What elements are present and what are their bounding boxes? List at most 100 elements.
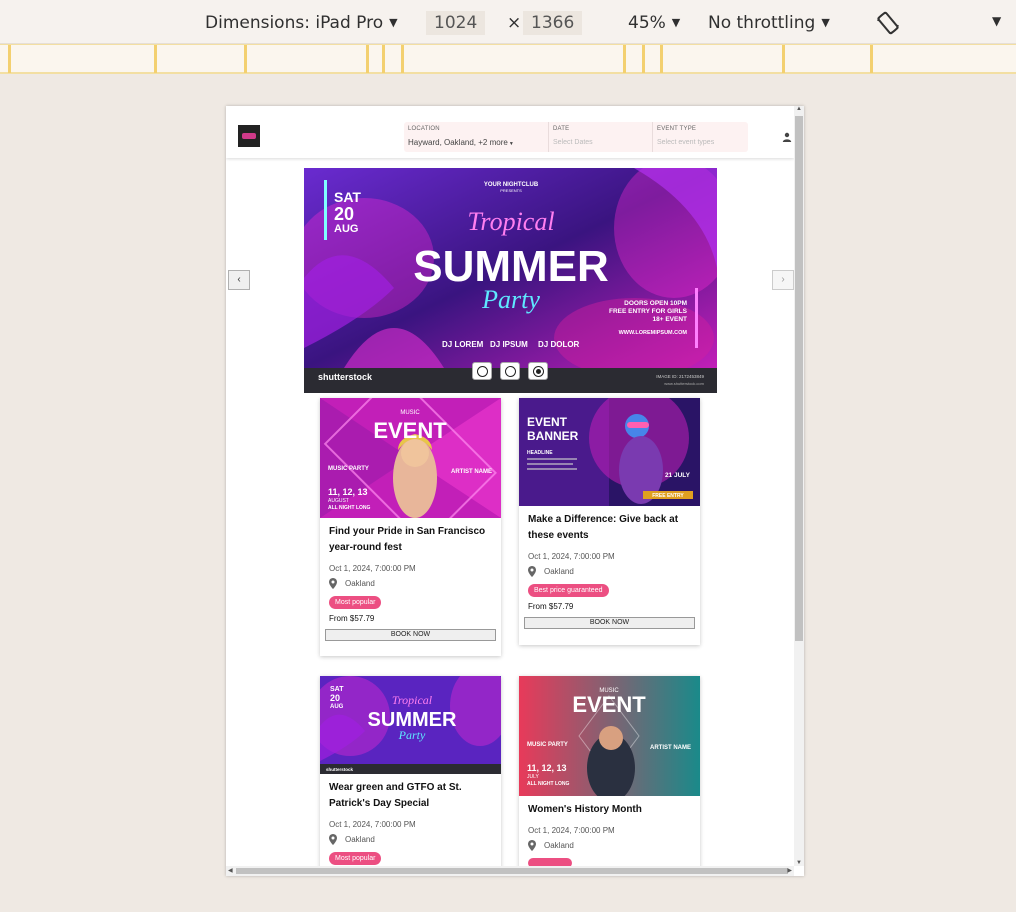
event-date: Oct 1, 2024, 7:00:00 PM (528, 552, 615, 561)
dimensions-label: Dimensions: iPad Pro (205, 13, 384, 33)
event-price: From $57.79 (329, 614, 375, 623)
mq-marker[interactable] (8, 45, 11, 73)
poster-main-2: BANNER (527, 429, 579, 443)
event-type-filter[interactable]: EVENT TYPE Select event types (652, 122, 748, 152)
poster-dates: 11, 12, 13 (328, 487, 368, 497)
poster-info-1: DOORS OPEN 10PM (624, 300, 687, 307)
poster-artist: ARTIST NAME (650, 745, 691, 751)
mq-marker[interactable] (401, 45, 404, 73)
poster-headline: HEADLINE (527, 450, 553, 456)
poster-day: SAT (330, 686, 344, 693)
scroll-right-icon[interactable]: ▶ (787, 867, 792, 874)
location-pin-icon (528, 566, 536, 577)
rotate-icon[interactable] (874, 9, 902, 37)
date-placeholder: Select Dates (553, 139, 593, 146)
vertical-scrollbar[interactable]: ▲ ▼ (794, 106, 804, 866)
more-options-icon[interactable]: ▼ (992, 14, 1001, 28)
poster-date: 21 JULY (665, 472, 691, 479)
height-input[interactable]: 1366 (523, 11, 583, 35)
zoom-label: 45% (628, 13, 666, 33)
carousel-prev-button[interactable]: ‹ (228, 270, 250, 290)
scroll-left-icon[interactable]: ◀ (228, 867, 233, 874)
poster-tag: FREE ENTRY (652, 493, 684, 499)
status-badge: Most popular (329, 596, 382, 609)
mq-marker[interactable] (660, 45, 663, 73)
dimensions-dropdown[interactable]: Dimensions: iPad Pro ▼ (205, 11, 398, 35)
poster-script-1: Tropical (392, 693, 433, 707)
event-type-placeholder: Select event types (657, 139, 715, 146)
poster-month: AUGUST (328, 498, 349, 504)
event-title[interactable]: Women's History Month (528, 802, 691, 818)
poster-info-3: 18+ EVENT (652, 316, 687, 323)
scrollbar-thumb[interactable] (795, 116, 803, 641)
book-now-button[interactable]: BOOK NOW (325, 629, 496, 641)
poster-dj-3: DJ DOLOR (538, 340, 580, 349)
poster-top: MUSIC (400, 410, 420, 416)
poster-site: www.shutterstock.com (664, 381, 704, 386)
poster-dates: 11, 12, 13 (527, 763, 567, 773)
scroll-up-icon[interactable]: ▲ (796, 106, 802, 112)
site-logo[interactable] (238, 125, 260, 147)
carousel-dot-2[interactable] (500, 362, 520, 380)
status-badge: Most popular (329, 852, 382, 865)
zoom-dropdown[interactable]: 45% ▼ (628, 11, 680, 35)
caret-down-icon: ▼ (671, 16, 681, 29)
throttling-dropdown[interactable]: No throttling ▼ (708, 11, 830, 35)
event-card[interactable]: MUSIC EVENT MUSIC PARTY 11, 12, 13 AUGUS… (320, 398, 501, 656)
location-text: Oakland (345, 835, 375, 844)
carousel-dot-1[interactable] (472, 362, 492, 380)
poster-month: AUG (334, 223, 358, 235)
event-title[interactable]: Find your Pride in San Francisco year-ro… (329, 524, 492, 556)
media-query-bar[interactable] (0, 44, 1016, 74)
user-icon[interactable] (782, 132, 792, 142)
poster-dj-2: DJ IPSUM (490, 340, 528, 349)
mq-marker[interactable] (382, 45, 385, 73)
location-pin-icon (329, 834, 337, 845)
event-card[interactable]: MUSIC EVENT MUSIC PARTY 11, 12, 13 JULY … (519, 676, 700, 876)
event-image: SAT 20 AUG Tropical SUMMER Party shutter… (320, 676, 501, 774)
poster-day: SAT (334, 189, 361, 205)
event-date: Oct 1, 2024, 7:00:00 PM (528, 826, 615, 835)
location-filter[interactable]: LOCATION Hayward, Oakland, +2 more▼ (404, 122, 548, 152)
mq-marker[interactable] (244, 45, 247, 73)
book-now-button[interactable]: BOOK NOW (524, 617, 695, 629)
location-pin-icon (528, 840, 536, 851)
location-text: Oakland (544, 567, 574, 576)
scrollbar-thumb[interactable] (236, 868, 788, 874)
horizontal-scrollbar[interactable]: ◀ ▶ (226, 866, 794, 876)
date-filter[interactable]: DATE Select Dates (548, 122, 652, 152)
poster-artist: ARTIST NAME (451, 469, 492, 475)
mq-marker[interactable] (642, 45, 645, 73)
search-bar: LOCATION Hayward, Oakland, +2 more▼ DATE… (404, 122, 748, 152)
carousel-dot-3[interactable] (528, 362, 548, 380)
status-badge: Best price guaranteed (528, 584, 609, 597)
event-title[interactable]: Make a Difference: Give back at these ev… (528, 512, 691, 544)
poster-dj-1: DJ LOREM (442, 340, 484, 349)
site-header: LOCATION Hayward, Oakland, +2 more▼ DATE… (226, 106, 794, 158)
poster-watermark: shutterstock (318, 372, 373, 382)
event-location: Oakland (329, 834, 492, 845)
mq-marker[interactable] (782, 45, 785, 73)
event-card[interactable]: SAT 20 AUG Tropical SUMMER Party shutter… (320, 676, 501, 876)
poster-watermark: shutterstock (326, 767, 354, 772)
event-location: Oakland (329, 578, 492, 589)
poster-url: WWW.LOREMIPSUM.COM (619, 330, 688, 336)
mq-marker[interactable] (870, 45, 873, 73)
location-label: LOCATION (408, 126, 440, 132)
date-label: DATE (553, 126, 570, 132)
mq-marker[interactable] (623, 45, 626, 73)
poster-tag: ALL NIGHT LONG (328, 505, 371, 511)
poster-image-id: IMAGE ID: 2172453849 (656, 374, 704, 379)
mq-marker[interactable] (154, 45, 157, 73)
event-card[interactable]: EVENT BANNER HEADLINE 21 JULY FREE ENTRY… (519, 398, 700, 645)
radio-icon (505, 366, 516, 377)
width-input[interactable]: 1024 (426, 11, 486, 35)
scroll-down-icon[interactable]: ▼ (796, 860, 802, 866)
event-image: MUSIC EVENT MUSIC PARTY 11, 12, 13 JULY … (519, 676, 700, 796)
mq-marker[interactable] (366, 45, 369, 73)
poster-script-2: Party (398, 728, 426, 742)
event-title[interactable]: Wear green and GTFO at St. Patrick's Day… (329, 780, 492, 812)
caret-down-icon: ▼ (508, 141, 514, 147)
carousel-next-button[interactable]: › (772, 270, 794, 290)
poster-date: 20 (330, 693, 340, 703)
